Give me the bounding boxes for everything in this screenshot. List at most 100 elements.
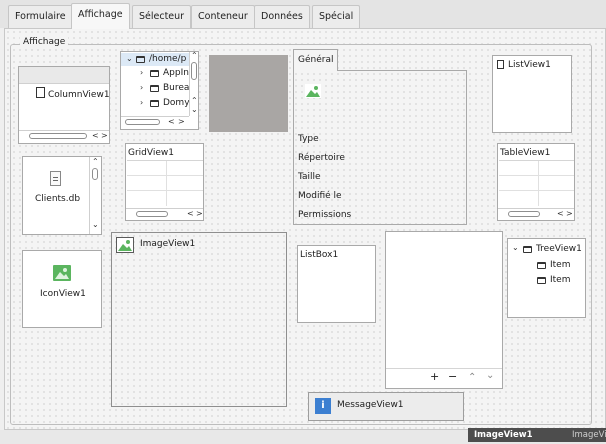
table-hscrollbar[interactable]: < > — [498, 208, 574, 219]
tree-view-root[interactable]: TreeView1 — [536, 244, 582, 254]
scroll-down-icon[interactable]: ⌄ — [92, 220, 99, 229]
grid-view-label: GridView1 — [128, 148, 174, 158]
column-view-header — [19, 67, 109, 84]
scrollbar-thumb[interactable] — [191, 62, 197, 80]
folder-icon — [537, 277, 546, 284]
list-editor[interactable]: + − ⌃ ⌄ — [385, 231, 503, 389]
image-icon — [53, 265, 71, 281]
tree-item[interactable]: Domy — [163, 98, 190, 108]
scrollbar-thumb[interactable] — [508, 211, 540, 217]
tab-formulaire[interactable]: Formulaire — [8, 5, 73, 28]
tree-view-item[interactable]: Item — [550, 275, 571, 285]
file-icon — [36, 87, 45, 98]
folder-icon — [150, 70, 159, 77]
list-box[interactable]: ListBox1 — [297, 245, 376, 323]
tree-hscrollbar[interactable]: < > — [121, 116, 189, 127]
chevron-right-icon[interactable]: › — [140, 98, 143, 107]
tab-divider — [338, 70, 467, 71]
scroll-left-icon[interactable]: < — [168, 117, 175, 126]
scroll-right-icon[interactable]: > — [101, 131, 108, 140]
scroll-up-icon[interactable]: ⌃ — [191, 51, 198, 60]
image-icon — [116, 237, 134, 253]
grid-cells[interactable] — [127, 160, 203, 206]
message-view[interactable]: i MessageView1 — [308, 392, 464, 421]
file-icon-view[interactable]: Clients.db ⌃ ⌄ — [22, 156, 102, 235]
properties-tab[interactable]: Général — [293, 49, 338, 71]
folder-icon — [150, 85, 159, 92]
group-title: Affichage — [20, 37, 69, 47]
list-editor-divider — [386, 368, 502, 369]
file-properties[interactable]: Type Répertoire Taille Modifié le Permis… — [293, 70, 467, 225]
field-type: Type — [298, 134, 319, 144]
tab-donnees[interactable]: Données — [254, 5, 310, 28]
status-selection: ImageView1 ImageVi — [468, 428, 606, 442]
scrollbar-thumb[interactable] — [92, 168, 98, 180]
scroll-left-icon[interactable]: < — [92, 131, 99, 140]
image-view-label: ImageView1 — [140, 239, 196, 249]
tab-affichage[interactable]: Affichage — [71, 3, 130, 29]
field-directory: Répertoire — [298, 153, 345, 163]
scrollbar-thumb[interactable] — [125, 119, 160, 125]
scroll-down-icon[interactable]: ⌃ — [191, 96, 198, 105]
table-view[interactable]: TableView1 < > — [497, 143, 575, 221]
document-icon — [50, 171, 61, 186]
scroll-right-icon[interactable]: > — [178, 117, 185, 126]
image-icon — [305, 84, 321, 98]
message-view-label: MessageView1 — [337, 400, 404, 410]
scrollbar-thumb[interactable] — [29, 133, 87, 139]
table-view-label: TableView1 — [500, 148, 551, 158]
tree-root-label: /home/p — [149, 54, 187, 64]
picture-box[interactable] — [209, 55, 288, 132]
move-down-button[interactable]: ⌄ — [486, 370, 494, 381]
chevron-right-icon[interactable]: › — [140, 68, 143, 77]
tree-view[interactable]: ⌄ TreeView1 Item Item — [507, 238, 586, 318]
scrollbar-thumb[interactable] — [136, 211, 168, 217]
properties-tab-label: Général — [298, 55, 334, 65]
tree-item[interactable]: AppIn — [163, 68, 189, 78]
folder-icon — [537, 262, 546, 269]
folder-icon — [523, 246, 532, 253]
field-permissions: Permissions — [298, 210, 352, 220]
tree-view-item[interactable]: Item — [550, 260, 571, 270]
chevron-down-icon[interactable]: ⌄ — [512, 243, 519, 252]
file-icon — [497, 60, 504, 69]
list-view[interactable]: ListView1 — [492, 55, 572, 133]
scroll-right-icon[interactable]: > — [196, 209, 203, 218]
status-selected-type: ImageVi — [572, 430, 606, 440]
list-box-label: ListBox1 — [300, 250, 339, 260]
tree-item[interactable]: Burea — [163, 83, 189, 93]
grid-hscrollbar[interactable]: < > — [126, 208, 203, 219]
column-view[interactable]: ColumnView1 < > — [18, 66, 110, 144]
column-view-scrollbar[interactable]: < > — [19, 130, 109, 141]
tab-special[interactable]: Spécial — [312, 5, 361, 28]
tab-selecteur[interactable]: Sélecteur — [132, 5, 192, 28]
column-view-item[interactable]: ColumnView1 — [36, 87, 110, 100]
field-modified: Modifié le — [298, 191, 342, 201]
scroll-left-icon[interactable]: < — [557, 209, 564, 218]
file-icon-scrollbar[interactable]: ⌃ ⌄ — [89, 157, 101, 234]
scroll-down-icon[interactable]: ⌄ — [191, 105, 198, 114]
file-icon-label: Clients.db — [35, 194, 81, 204]
tab-conteneur[interactable]: Conteneur — [191, 5, 255, 28]
scroll-right-icon[interactable]: > — [566, 209, 573, 218]
icon-view-label: IconView1 — [40, 289, 86, 299]
image-view[interactable]: ImageView1 — [111, 232, 287, 407]
table-cells[interactable] — [499, 160, 574, 206]
folder-icon — [150, 100, 159, 107]
list-view-label: ListView1 — [508, 60, 551, 70]
folder-icon — [136, 56, 145, 63]
chevron-right-icon[interactable]: › — [140, 83, 143, 92]
move-up-button[interactable]: ⌃ — [468, 372, 476, 383]
chevron-down-icon[interactable]: ⌄ — [126, 54, 133, 63]
scroll-left-icon[interactable]: < — [187, 209, 194, 218]
add-button[interactable]: + — [430, 370, 439, 383]
column-view-label: ColumnView1 — [48, 90, 110, 100]
icon-view[interactable]: IconView1 — [22, 250, 102, 328]
field-size: Taille — [298, 172, 321, 182]
directory-tree[interactable]: ⌄ /home/p › AppIn › Burea › Domy ⌃ ⌃ ⌄ <… — [120, 51, 199, 130]
info-icon: i — [315, 398, 331, 414]
scroll-up-icon[interactable]: ⌃ — [92, 157, 99, 166]
remove-button[interactable]: − — [448, 370, 457, 383]
tree-vscrollbar[interactable]: ⌃ ⌃ ⌄ — [189, 51, 199, 116]
grid-view[interactable]: GridView1 < > — [125, 143, 204, 221]
